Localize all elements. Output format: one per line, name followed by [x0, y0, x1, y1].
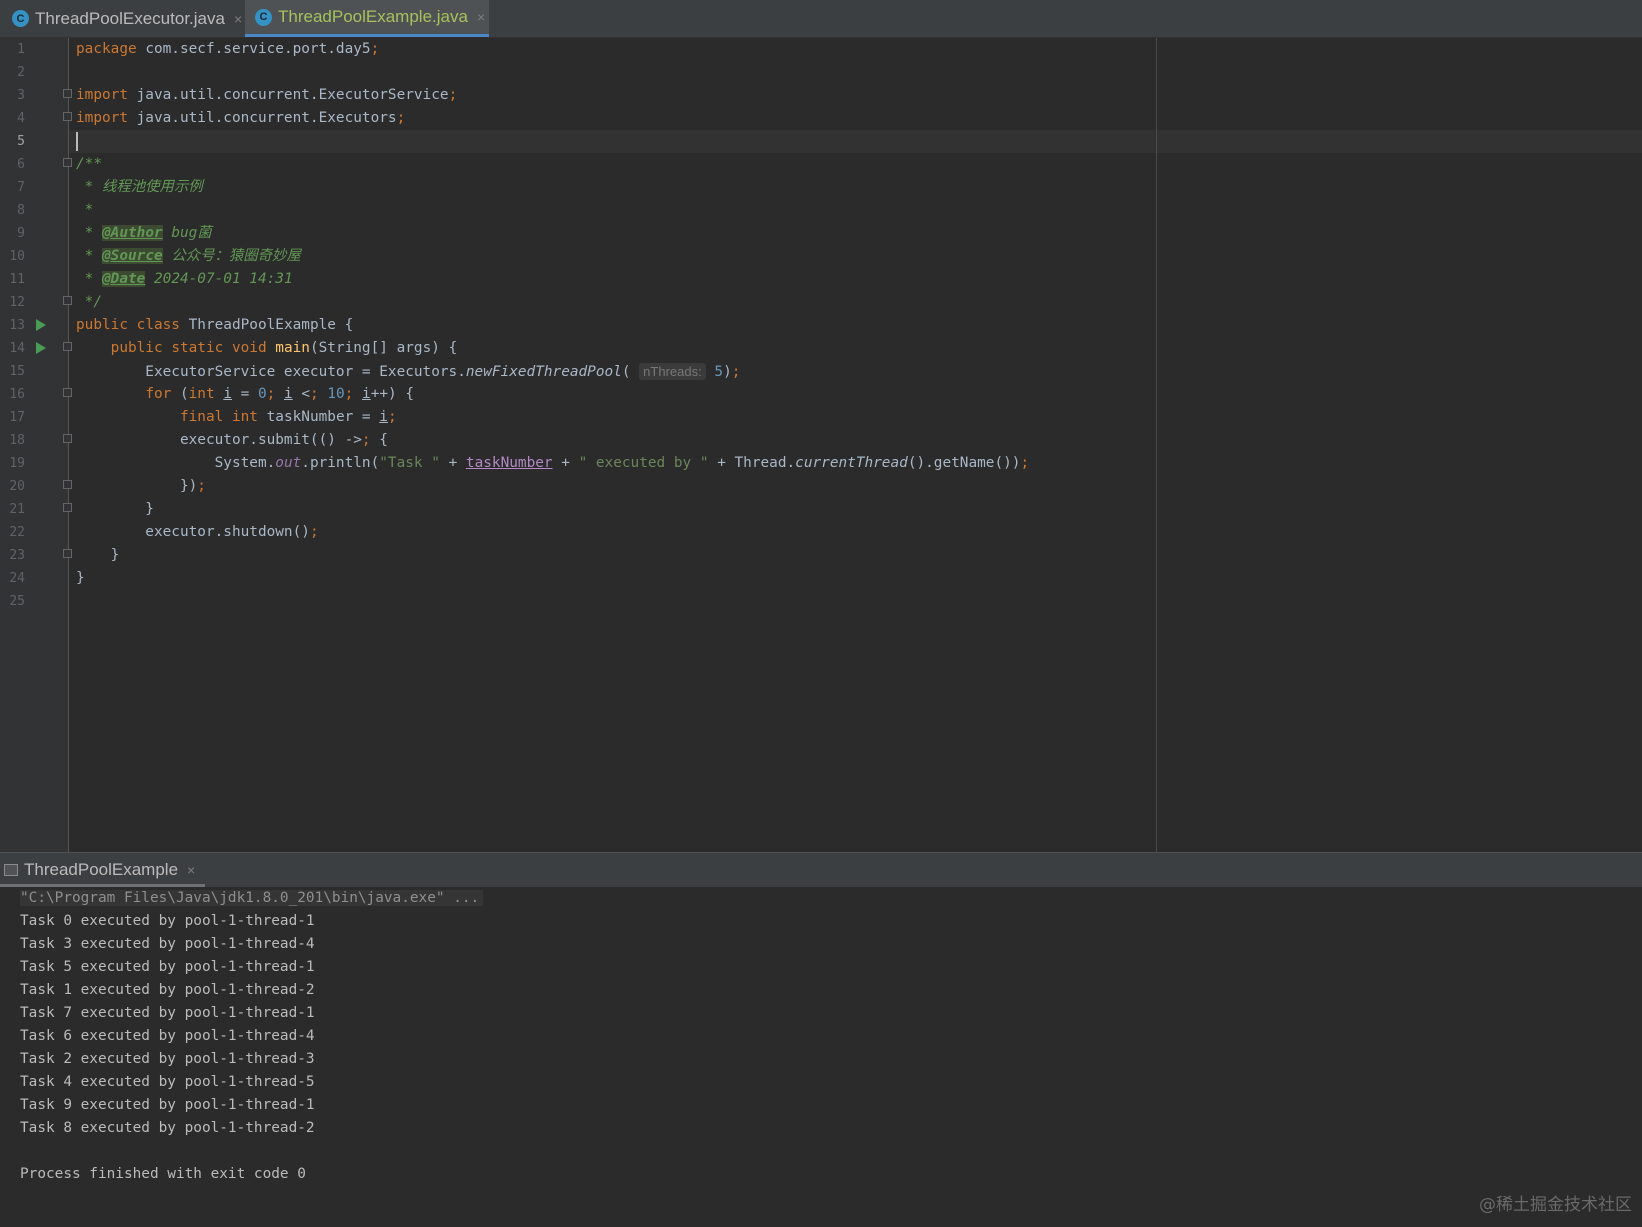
line-number: 25: [9, 594, 25, 609]
java-class-icon: C: [255, 8, 272, 26]
tab-threadpoolexample[interactable]: C ThreadPoolExample.java ×: [245, 0, 489, 37]
line-number: 16: [9, 387, 25, 402]
run-gutter-icon[interactable]: [36, 319, 46, 331]
console-line: Task 8 executed by pool-1-thread-2: [20, 1120, 315, 1136]
code-line[interactable]: public class ThreadPoolExample {: [76, 314, 353, 337]
editor-tab-bar: C ThreadPoolExecutor.java × C ThreadPool…: [0, 0, 1642, 38]
run-gutter-icon[interactable]: [36, 342, 46, 354]
line-number: 11: [9, 272, 25, 287]
code-line[interactable]: }: [76, 544, 120, 567]
line-number: 1: [17, 42, 25, 57]
code-line[interactable]: * 线程池使用示例: [76, 176, 203, 199]
code-line[interactable]: import java.util.concurrent.Executors;: [76, 107, 405, 130]
line-number: 12: [9, 295, 25, 310]
code-line[interactable]: ExecutorService executor = Executors.new…: [76, 360, 740, 383]
console-line: Task 9 executed by pool-1-thread-1: [20, 1097, 315, 1113]
code-line[interactable]: * @Author bug菌: [76, 222, 212, 245]
code-line[interactable]: executor.submit(() ->; {: [76, 429, 388, 452]
console-output[interactable]: "C:\Program Files\Java\jdk1.8.0_201\bin\…: [0, 887, 1642, 1227]
code-line[interactable]: *: [76, 199, 94, 222]
console-line: Task 1 executed by pool-1-thread-2: [20, 982, 315, 998]
line-number: 20: [9, 479, 25, 494]
watermark: @稀土掘金技术社区: [1479, 1195, 1632, 1215]
fold-marker-icon[interactable]: [63, 112, 72, 121]
fold-marker-icon[interactable]: [63, 434, 72, 443]
line-number: 7: [17, 180, 25, 195]
code-line[interactable]: import java.util.concurrent.ExecutorServ…: [76, 84, 457, 107]
line-number: 19: [9, 456, 25, 471]
console-line: Task 7 executed by pool-1-thread-1: [20, 1005, 315, 1021]
fold-marker-icon[interactable]: [63, 296, 72, 305]
console-line: Task 6 executed by pool-1-thread-4: [20, 1028, 315, 1044]
text-caret: [76, 132, 78, 151]
console-line: Task 0 executed by pool-1-thread-1: [20, 913, 315, 929]
tab-label: ThreadPoolExecutor.java: [35, 8, 225, 28]
fold-marker-icon[interactable]: [63, 89, 72, 98]
line-number: 24: [9, 571, 25, 586]
line-number: 18: [9, 433, 25, 448]
java-class-icon: C: [12, 10, 29, 27]
code-line[interactable]: */: [76, 291, 102, 314]
close-icon[interactable]: ×: [187, 862, 195, 878]
line-number: 14: [9, 341, 25, 356]
line-number: 10: [9, 249, 25, 264]
code-line[interactable]: }: [76, 498, 154, 521]
code-editor[interactable]: 1 2 3 4 5 6 7 8 9 10 11 12 13 14 15 16 1…: [0, 38, 1642, 852]
console-line: Process finished with exit code 0: [20, 1166, 306, 1182]
fold-marker-icon[interactable]: [63, 342, 72, 351]
fold-marker-icon[interactable]: [63, 503, 72, 512]
code-line[interactable]: package com.secf.service.port.day5;: [76, 38, 379, 61]
line-number: 4: [17, 111, 25, 126]
console-line: Task 3 executed by pool-1-thread-4: [20, 936, 315, 952]
line-number: 3: [17, 88, 25, 103]
tab-label: ThreadPoolExample.java: [278, 7, 468, 26]
line-number: 13: [9, 318, 25, 333]
run-tab-label: ThreadPoolExample: [24, 860, 179, 879]
run-tab-threadpoolexample[interactable]: ThreadPoolExample ×: [0, 853, 195, 887]
line-number: 22: [9, 525, 25, 540]
fold-marker-icon[interactable]: [63, 480, 72, 489]
close-icon[interactable]: ×: [477, 9, 485, 25]
line-number: 21: [9, 502, 25, 517]
line-number: 9: [17, 226, 25, 241]
fold-marker-icon[interactable]: [63, 388, 72, 397]
code-line[interactable]: final int taskNumber = i;: [76, 406, 397, 429]
line-number: 5: [17, 134, 25, 149]
line-number: 17: [9, 410, 25, 425]
console-line: Task 5 executed by pool-1-thread-1: [20, 959, 315, 975]
tab-threadpoolexecutor[interactable]: C ThreadPoolExecutor.java ×: [0, 0, 245, 37]
fold-marker-icon[interactable]: [63, 158, 72, 167]
right-margin-guide: [1156, 38, 1157, 852]
fold-marker-icon[interactable]: [63, 549, 72, 558]
line-number: 15: [9, 364, 25, 379]
line-number: 2: [17, 65, 25, 80]
code-line[interactable]: public static void main(String[] args) {: [76, 337, 458, 360]
console-line: Task 2 executed by pool-1-thread-3: [20, 1051, 315, 1067]
close-icon[interactable]: ×: [234, 11, 242, 27]
console-icon: [4, 864, 18, 876]
code-line[interactable]: });: [76, 475, 206, 498]
code-line[interactable]: System.out.println("Task " + taskNumber …: [76, 452, 1030, 475]
code-line[interactable]: }: [76, 567, 85, 590]
code-line[interactable]: executor.shutdown();: [76, 521, 318, 544]
line-number-gutter[interactable]: 1 2 3 4 5 6 7 8 9 10 11 12 13 14 15 16 1…: [0, 38, 69, 852]
code-line[interactable]: for (int i = 0; i <; 10; i++) {: [76, 383, 414, 406]
console-command-line: "C:\Program Files\Java\jdk1.8.0_201\bin\…: [20, 887, 484, 910]
line-number: 8: [17, 203, 25, 218]
current-line-highlight: [69, 130, 1642, 153]
console-line: Task 4 executed by pool-1-thread-5: [20, 1074, 315, 1090]
line-number: 6: [17, 157, 25, 172]
code-line[interactable]: * @Date 2024-07-01 14:31: [76, 268, 293, 291]
code-line[interactable]: /**: [76, 153, 102, 176]
run-tool-window-header: ThreadPoolExample ×: [0, 852, 1642, 888]
code-line[interactable]: * @Source 公众号：猿圈奇妙屋: [76, 245, 301, 268]
line-number: 23: [9, 548, 25, 563]
